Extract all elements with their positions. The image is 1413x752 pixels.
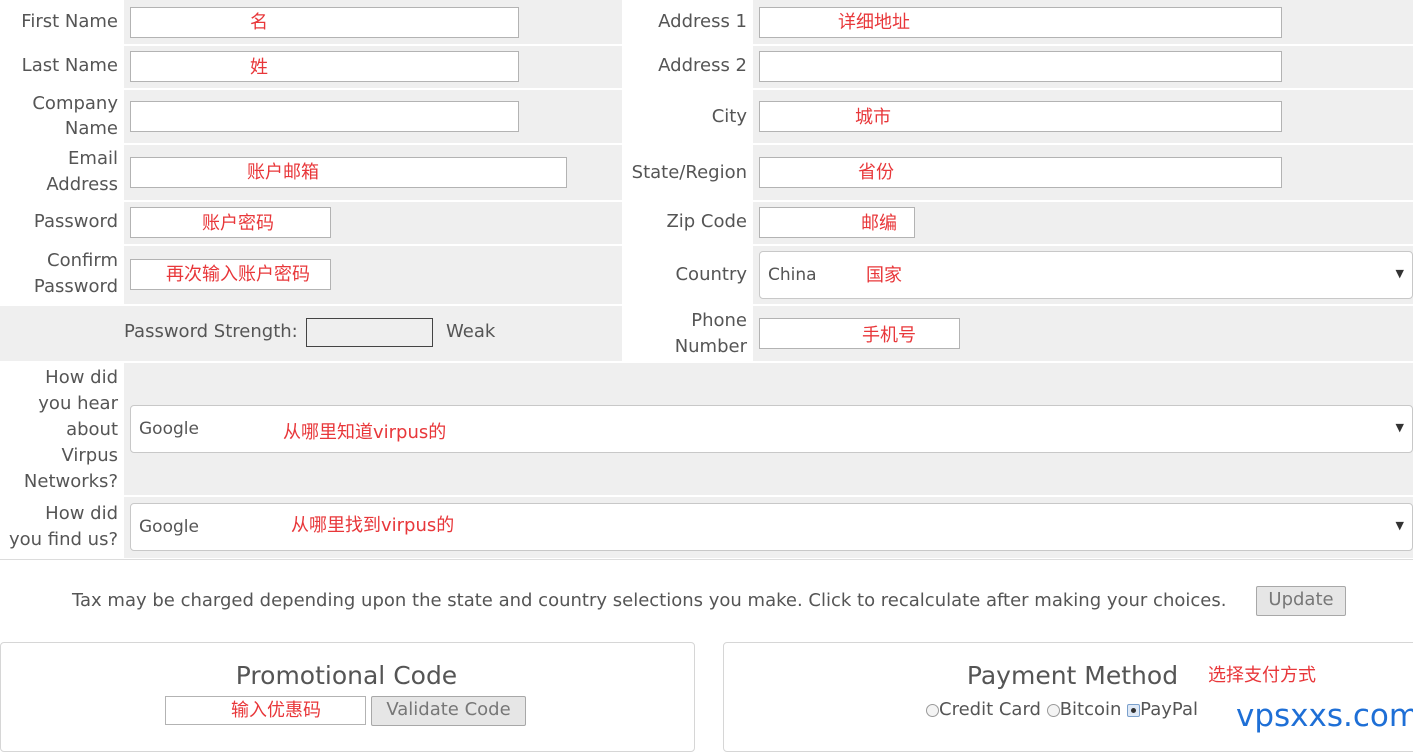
email-note: 账户邮箱 (247, 162, 319, 183)
address1-label: Address 1 (658, 11, 747, 32)
password-note: 账户密码 (202, 213, 274, 234)
state-input[interactable] (759, 157, 1282, 188)
password-strength-value: Weak (446, 321, 496, 342)
password-label: Password (33, 211, 118, 232)
city-note: 城市 (855, 107, 891, 128)
tax-notice-text: Tax may be charged depending upon the st… (72, 590, 1227, 611)
state-label: State/Region (631, 162, 747, 183)
find-us-select-value: Google (139, 517, 199, 537)
state-note: 省份 (858, 162, 894, 183)
paypal-label: PayPal (1140, 699, 1198, 720)
form-bottom-border (0, 559, 1413, 560)
zip-label: Zip Code (666, 211, 747, 232)
last-name-note: 姓 (250, 57, 268, 78)
payment-note: 选择支付方式 (1208, 665, 1316, 686)
city-input[interactable] (759, 101, 1282, 132)
payment-option-credit-card[interactable]: Credit Card (926, 699, 1041, 720)
confirm-note: 再次输入账户密码 (166, 264, 310, 285)
first-name-input[interactable] (130, 7, 519, 38)
phone-label-line1: Phone (691, 310, 747, 331)
company-label-line2: Name (64, 118, 118, 139)
country-select-value: China (768, 265, 817, 285)
find-note: 从哪里找到virpus的 (291, 515, 455, 536)
country-select[interactable]: China ▼ (759, 251, 1413, 299)
email-label-line1: Email (68, 148, 118, 169)
company-name-input[interactable] (130, 101, 519, 132)
update-button[interactable]: Update (1256, 586, 1346, 616)
promo-title: Promotional Code (235, 661, 458, 690)
bitcoin-label: Bitcoin (1059, 699, 1122, 720)
promo-note: 输入优惠码 (231, 700, 321, 721)
hear-note: 从哪里知道virpus的 (283, 422, 447, 443)
last-name-label: Last Name (21, 55, 118, 76)
last-name-input[interactable] (130, 51, 519, 82)
hear-label-line2: you hear (38, 393, 118, 414)
email-label-line2: Address (46, 174, 118, 195)
first-name-note: 名 (250, 12, 268, 33)
chevron-down-icon: ▼ (1395, 519, 1404, 532)
country-label: Country (675, 264, 747, 285)
hear-label-line4: Virpus (61, 445, 118, 466)
confirm-label-line1: Confirm (47, 250, 118, 271)
chevron-down-icon: ▼ (1395, 267, 1404, 280)
watermark: vpsxxs.com (1236, 698, 1413, 734)
hear-about-select-value: Google (139, 419, 199, 439)
zip-note: 邮编 (861, 213, 897, 234)
first-name-label: First Name (21, 11, 118, 32)
bitcoin-radio[interactable] (1046, 703, 1060, 717)
find-label-line2: you find us? (8, 529, 118, 550)
chevron-down-icon: ▼ (1395, 421, 1404, 434)
confirm-label-line2: Password (33, 276, 118, 297)
find-label-line1: How did (45, 503, 118, 524)
email-input[interactable] (130, 157, 567, 188)
paypal-radio[interactable] (1127, 703, 1141, 717)
payment-options: Credit Card Bitcoin PayPal (926, 698, 1198, 722)
phone-input[interactable] (759, 318, 960, 349)
city-label: City (711, 106, 747, 127)
password-strength-meter (306, 318, 433, 347)
credit-card-radio[interactable] (926, 703, 939, 717)
validate-code-button[interactable]: Validate Code (371, 696, 526, 726)
address2-label: Address 2 (658, 55, 747, 76)
phone-note: 手机号 (862, 325, 916, 346)
hear-label-line5: Networks? (23, 471, 118, 492)
country-note: 国家 (866, 265, 902, 286)
hear-label-line1: How did (45, 367, 118, 388)
address1-note: 详细地址 (838, 12, 910, 33)
payment-option-paypal[interactable]: PayPal (1127, 699, 1198, 720)
hear-label-line3: about (66, 419, 118, 440)
address2-input[interactable] (759, 51, 1282, 82)
payment-option-bitcoin[interactable]: Bitcoin (1046, 699, 1122, 720)
company-label-line1: Company (32, 93, 118, 114)
credit-card-label: Credit Card (939, 699, 1041, 720)
phone-label-line2: Number (674, 336, 747, 357)
payment-title: Payment Method (966, 661, 1179, 690)
password-strength-label: Password Strength: (124, 321, 298, 342)
